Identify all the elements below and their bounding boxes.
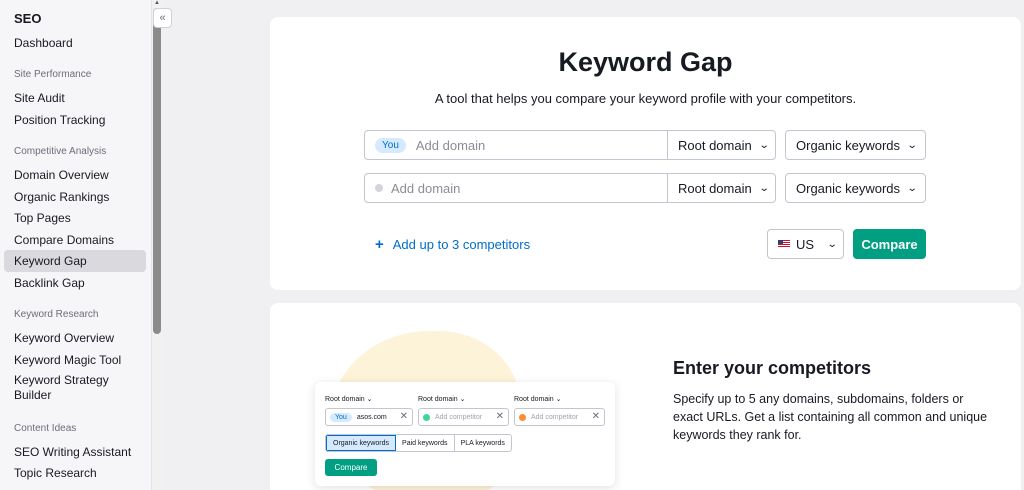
chevron-down-icon: ⌄: [826, 238, 838, 250]
country-label: US: [796, 236, 815, 252]
sidebar-item-top-pages[interactable]: Top Pages: [4, 207, 146, 229]
domain-placeholder: Add domain: [391, 180, 461, 196]
root-domain-select[interactable]: Root domain ⌄: [668, 131, 776, 159]
illustration-tab-pla: PLA keywords: [460, 439, 505, 447]
your-domain-row: You Add domain Root domain ⌄: [364, 130, 776, 160]
illustration-competitor-field: Add competitor ✕: [418, 408, 509, 426]
scroll-up-arrow-icon[interactable]: ▲: [154, 0, 160, 6]
keyword-type-select[interactable]: Organic keywords ⌄: [785, 130, 926, 160]
chevron-down-icon: ⌄: [758, 139, 770, 151]
keyword-type-label: Organic keywords: [796, 180, 901, 196]
close-icon: ✕: [495, 411, 504, 422]
page-title: Keyword Gap: [558, 47, 733, 77]
keyword-type-label: Organic keywords: [796, 137, 901, 153]
sidebar-item-organic-rankings[interactable]: Organic Rankings: [4, 186, 146, 208]
sidebar-item-position-tracking[interactable]: Position Tracking: [4, 109, 146, 131]
sidebar-item-dashboard[interactable]: Dashboard: [4, 32, 146, 54]
sidebar-section-site-performance: Site Performance: [14, 69, 92, 80]
country-select[interactable]: US ⌄: [767, 229, 844, 259]
orange-dot-icon: [519, 413, 526, 421]
chevron-down-icon: ⌄: [906, 139, 918, 151]
info-text: Specify up to 5 any domains, subdomains,…: [673, 392, 988, 442]
sidebar-item-keyword-gap[interactable]: Keyword Gap: [4, 250, 146, 272]
sidebar-item-backlink-gap[interactable]: Backlink Gap: [4, 272, 146, 294]
sidebar-item-keyword-strategy-builder[interactable]: Keyword Strategy Builder: [4, 372, 146, 404]
domain-placeholder: Add domain: [415, 137, 486, 153]
green-dot-icon: [423, 413, 430, 421]
root-domain-select[interactable]: Root domain ⌄: [668, 174, 776, 202]
illustration-root-domain-label: Root domain ⌄: [514, 396, 562, 403]
root-domain-label: Root domain: [678, 180, 752, 196]
you-badge: You: [375, 137, 406, 153]
your-domain-input[interactable]: You Add domain: [365, 131, 668, 159]
close-icon: ✕: [591, 411, 600, 422]
competitor-domain-row: Add domain Root domain ⌄: [364, 173, 776, 203]
sidebar-item-site-audit[interactable]: Site Audit: [4, 87, 146, 109]
sidebar-item-keyword-overview[interactable]: Keyword Overview: [4, 327, 146, 349]
double-chevron-left-icon: «: [159, 12, 166, 24]
sidebar-scrollbar-thumb[interactable]: [153, 8, 161, 334]
illustration-root-domain-label: Root domain ⌄: [325, 396, 373, 403]
sidebar-item-domain-overview[interactable]: Domain Overview: [4, 164, 146, 186]
competitor-domain-input[interactable]: Add domain: [365, 174, 668, 202]
sidebar-section-content-ideas: Content Ideas: [14, 423, 77, 434]
illustration-compare-button: Compare: [325, 459, 377, 476]
illustration-tabs: Organic keywords Paid keywords PLA keywo…: [325, 434, 512, 452]
illustration-tab-organic: Organic keywords: [326, 435, 397, 451]
keyword-type-select[interactable]: Organic keywords ⌄: [785, 173, 926, 203]
sidebar-item-keyword-magic-tool[interactable]: Keyword Magic Tool: [4, 349, 146, 371]
sidebar-item-topic-research[interactable]: Topic Research: [4, 462, 146, 484]
illustration-form: Root domain ⌄ Root domain ⌄ Root domain …: [315, 382, 615, 486]
sidebar-section-keyword-research: Keyword Research: [14, 309, 99, 320]
competitor-dot-icon: [375, 184, 383, 192]
illustration-competitor-field: Add competitor ✕: [514, 408, 605, 426]
add-competitors-link[interactable]: + Add up to 3 competitors: [375, 236, 530, 253]
chevron-down-icon: ⌄: [906, 182, 918, 194]
compare-button[interactable]: Compare: [853, 229, 926, 259]
page-subtitle: A tool that helps you compare your keywo…: [434, 91, 857, 106]
illustration-root-domain-label: Root domain ⌄: [418, 396, 466, 403]
sidebar-title: SEO: [14, 11, 42, 26]
chevron-down-icon: ⌄: [758, 182, 770, 194]
sidebar-item-compare-domains[interactable]: Compare Domains: [4, 229, 146, 251]
collapse-sidebar-button[interactable]: «: [153, 8, 172, 28]
plus-icon: +: [375, 236, 384, 253]
us-flag-icon: [778, 240, 790, 248]
info-title: Enter your competitors: [673, 358, 872, 378]
add-competitors-label: Add up to 3 competitors: [392, 237, 531, 252]
illustration-tab-paid: Paid keywords: [396, 435, 455, 451]
info-card: Root domain ⌄ Root domain ⌄ Root domain …: [270, 303, 1021, 490]
root-domain-label: Root domain: [678, 137, 752, 153]
illustration-you-field: You asos.com ✕: [325, 408, 413, 426]
keyword-gap-card: Keyword Gap A tool that helps you compar…: [270, 17, 1021, 290]
sidebar: SEO Dashboard Site Performance Site Audi…: [0, 0, 152, 490]
sidebar-item-seo-writing-assistant[interactable]: SEO Writing Assistant: [4, 441, 146, 463]
sidebar-section-competitive-analysis: Competitive Analysis: [14, 146, 107, 157]
close-icon: ✕: [399, 411, 408, 422]
